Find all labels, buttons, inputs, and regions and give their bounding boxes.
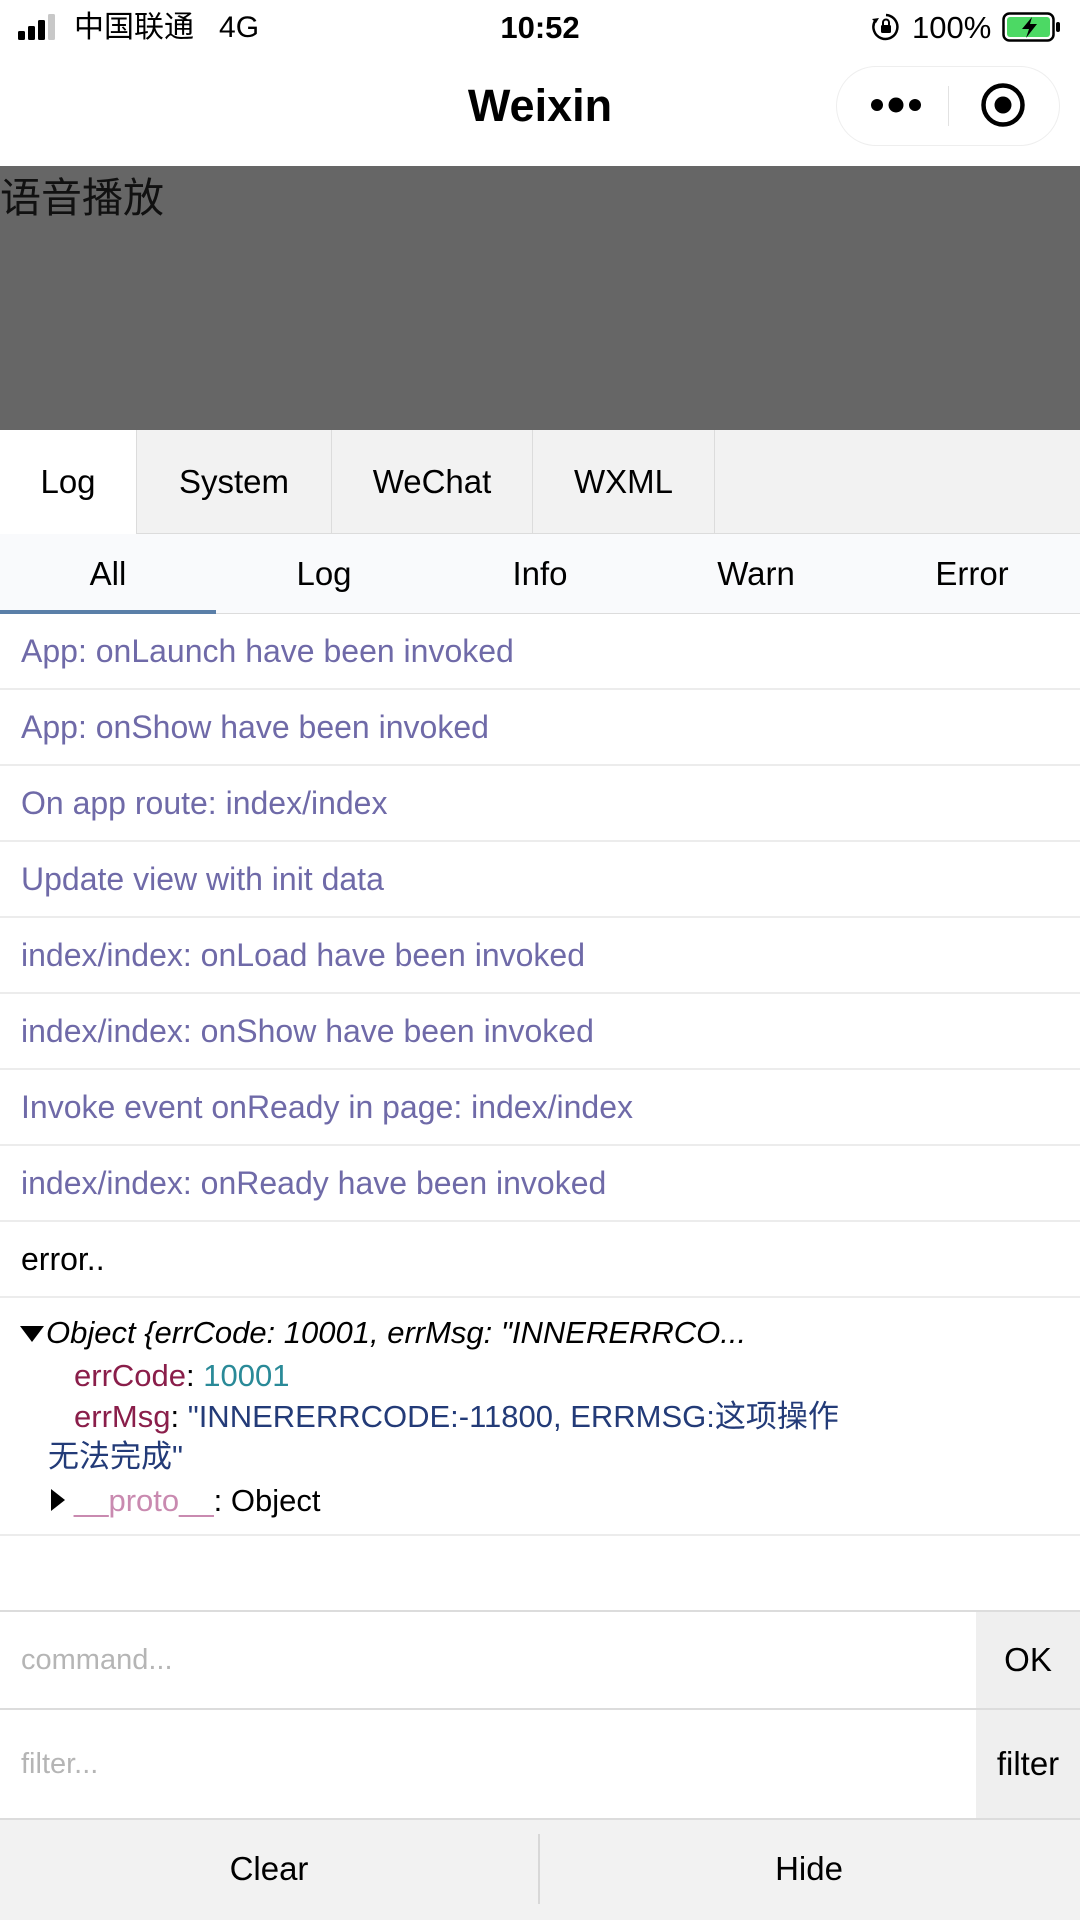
prop-key: errMsg	[74, 1399, 171, 1434]
caret-right-icon[interactable]	[51, 1489, 65, 1511]
filter-input[interactable]	[0, 1710, 976, 1818]
battery-percent: 100%	[912, 10, 992, 45]
log-entry-error: error..	[0, 1222, 1080, 1298]
filter-error[interactable]: Error	[864, 534, 1080, 614]
log-entry: index/index: onLoad have been invoked	[0, 918, 1080, 994]
log-entry: App: onLaunch have been invoked	[0, 614, 1080, 690]
filter-warn[interactable]: Warn	[648, 534, 864, 614]
log-entry: Invoke event onReady in page: index/inde…	[0, 1070, 1080, 1146]
log-entry: index/index: onShow have been invoked	[0, 994, 1080, 1070]
prop-value: : Object	[213, 1483, 321, 1518]
filter-log[interactable]: Log	[216, 534, 432, 614]
page-label: 语音播放	[0, 175, 164, 221]
log-entry: Update view with init data	[0, 842, 1080, 918]
tab-system[interactable]: System	[137, 430, 332, 534]
object-prop-errmsg: errMsg: "INNERERRCODE:-11800, ERRMSG:这项操…	[74, 1399, 839, 1434]
ok-button[interactable]: OK	[976, 1612, 1080, 1708]
more-icon[interactable]	[868, 92, 924, 118]
filter-all[interactable]: All	[0, 534, 216, 614]
object-prop-errcode: errCode: 10001	[74, 1358, 290, 1393]
prop-value: "INNERERRCODE:-11800, ERRMSG:这项操作	[187, 1399, 839, 1434]
object-summary[interactable]: Object {errCode: 10001, errMsg: "INNERER…	[46, 1313, 746, 1353]
prop-key: __proto__	[74, 1483, 214, 1518]
capsule-divider	[948, 86, 949, 126]
hide-button[interactable]: Hide	[540, 1818, 1078, 1920]
tab-wechat[interactable]: WeChat	[332, 430, 533, 534]
filter-button[interactable]: filter	[976, 1710, 1080, 1818]
battery-charging-icon	[1002, 12, 1060, 42]
filter-info[interactable]: Info	[432, 534, 648, 614]
command-row: OK	[0, 1612, 1080, 1710]
clear-button[interactable]: Clear	[0, 1818, 538, 1920]
log-entry: index/index: onReady have been invoked	[0, 1146, 1080, 1222]
close-miniprogram-icon[interactable]	[980, 82, 1026, 128]
filter-row: filter	[0, 1710, 1080, 1818]
prop-key: errCode	[74, 1358, 186, 1393]
log-entry: App: onShow have been invoked	[0, 690, 1080, 766]
tab-wxml[interactable]: WXML	[533, 430, 715, 534]
command-input[interactable]	[0, 1612, 976, 1708]
tab-log[interactable]: Log	[0, 430, 137, 534]
orientation-lock-icon	[872, 13, 899, 41]
prop-value-continued: 无法完成"	[48, 1439, 184, 1474]
prop-value: 10001	[203, 1358, 290, 1393]
log-entry: On app route: index/index	[0, 766, 1080, 842]
object-prop-proto[interactable]: __proto__: Object	[74, 1481, 320, 1521]
caret-down-icon[interactable]	[20, 1326, 44, 1342]
